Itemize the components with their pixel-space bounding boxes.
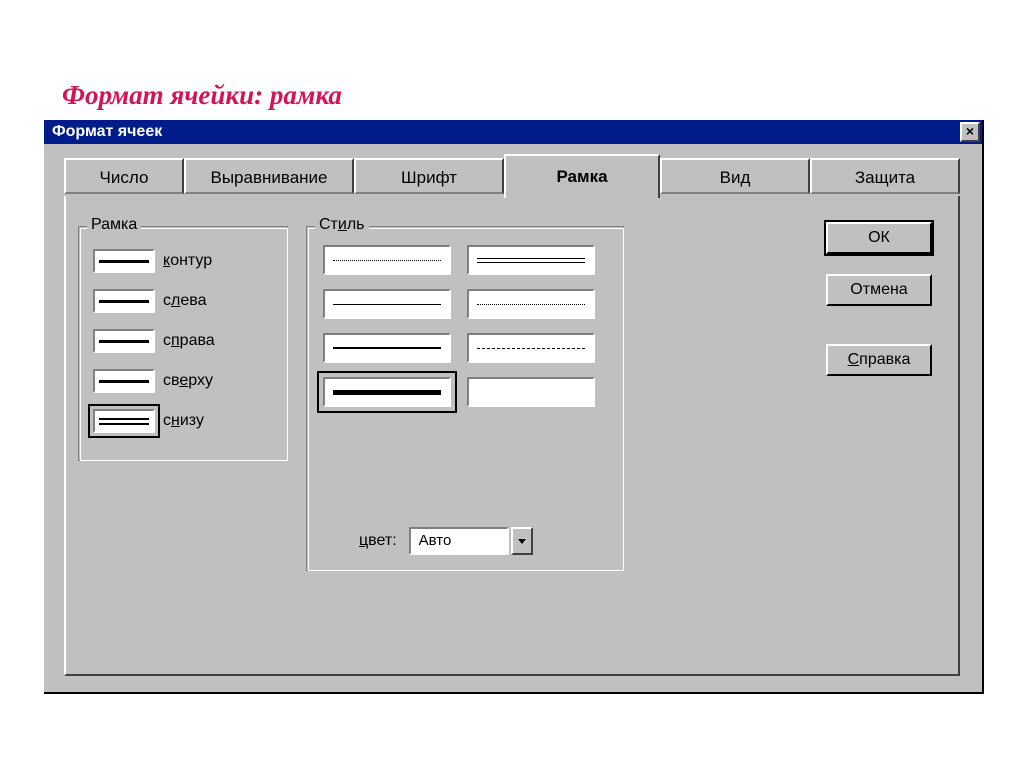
line-style-icon xyxy=(333,304,441,305)
line-style-icon xyxy=(477,348,585,349)
color-label: цвет: xyxy=(359,532,397,550)
chevron-down-icon xyxy=(517,536,527,546)
cancel-button[interactable]: Отмена xyxy=(826,274,932,306)
style-grid xyxy=(323,245,607,421)
line-preview-icon xyxy=(99,380,149,383)
style-option-solid-med[interactable] xyxy=(323,333,451,363)
line-style-icon xyxy=(477,304,585,305)
style-option-none[interactable] xyxy=(467,377,595,407)
line-preview-icon xyxy=(99,260,149,263)
border-bottom-swatch xyxy=(93,409,155,433)
color-dropdown-value: Авто xyxy=(409,527,509,555)
border-outline-label: контур xyxy=(163,252,212,270)
border-left-label: слева xyxy=(163,292,206,310)
border-bottom-label: снизу xyxy=(163,412,204,430)
titlebar: Формат ячеек × xyxy=(44,120,982,144)
border-top-swatch xyxy=(93,369,155,393)
line-preview-icon xyxy=(99,418,149,425)
tab-alignment[interactable]: Выравнивание xyxy=(184,158,354,194)
format-cells-dialog: Формат ячеек × Число Выравнивание Шрифт … xyxy=(44,120,984,694)
line-style-icon xyxy=(333,260,441,261)
style-option-dotted-med[interactable] xyxy=(467,289,595,319)
tab-strip: Число Выравнивание Шрифт Рамка Вид Защит… xyxy=(64,158,960,196)
dialog-client-area: Число Выравнивание Шрифт Рамка Вид Защит… xyxy=(44,144,982,692)
tab-protection[interactable]: Защита xyxy=(810,158,960,194)
group-style: Стиль цвет: Авто xyxy=(306,226,624,571)
border-outline-swatch xyxy=(93,249,155,273)
tab-view[interactable]: Вид xyxy=(660,158,810,194)
border-left-swatch xyxy=(93,289,155,313)
line-preview-icon xyxy=(99,340,149,343)
border-right-row[interactable]: справа xyxy=(93,327,215,355)
border-top-row[interactable]: сверху xyxy=(93,367,213,395)
style-option-dotted-fine[interactable] xyxy=(323,245,451,275)
border-top-label: сверху xyxy=(163,372,213,390)
border-bottom-row[interactable]: снизу xyxy=(93,407,204,435)
style-option-solid-thin[interactable] xyxy=(323,289,451,319)
line-preview-icon xyxy=(99,300,149,303)
border-outline-row[interactable]: контур xyxy=(93,247,212,275)
line-style-icon xyxy=(333,347,441,349)
style-option-double-thin[interactable] xyxy=(467,245,595,275)
style-option-thick[interactable] xyxy=(323,377,451,407)
help-button[interactable]: Справка xyxy=(826,344,932,376)
border-left-row[interactable]: слева xyxy=(93,287,206,315)
slide-caption: Формат ячейки: рамка xyxy=(62,80,342,111)
border-right-swatch xyxy=(93,329,155,353)
dialog-title: Формат ячеек xyxy=(52,123,162,141)
ok-button[interactable]: ОК xyxy=(826,222,932,254)
close-button[interactable]: × xyxy=(960,122,980,142)
group-style-title: Стиль xyxy=(315,216,369,234)
group-frame: Рамка контур слева справа сверху xyxy=(78,226,288,461)
tab-pane-border: Рамка контур слева справа сверху xyxy=(64,196,960,676)
color-row: цвет: Авто xyxy=(359,527,533,555)
color-dropdown-button[interactable] xyxy=(511,527,533,555)
group-frame-title: Рамка xyxy=(87,216,141,234)
close-icon: × xyxy=(966,123,974,139)
line-style-icon xyxy=(333,390,441,395)
tab-border[interactable]: Рамка xyxy=(504,154,660,198)
border-right-label: справа xyxy=(163,332,215,350)
style-option-dashed[interactable] xyxy=(467,333,595,363)
tab-font[interactable]: Шрифт xyxy=(354,158,504,194)
line-style-icon xyxy=(477,258,585,263)
color-dropdown[interactable]: Авто xyxy=(409,527,533,555)
tab-number[interactable]: Число xyxy=(64,158,184,194)
